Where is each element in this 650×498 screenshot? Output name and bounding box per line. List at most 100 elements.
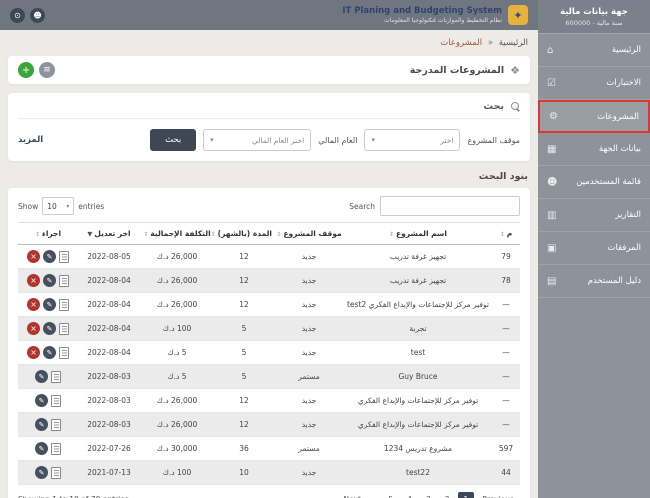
project-name: تجربة <box>344 316 492 341</box>
sort-icon: ↕ <box>389 231 395 238</box>
status-filter-label: موقف المشروع <box>467 135 520 145</box>
page-ellipsis: … <box>369 492 381 498</box>
project-status: جديد <box>274 388 344 413</box>
column-header-6[interactable]: اجراء↕ <box>18 222 78 245</box>
edit-icon[interactable]: ✎ <box>35 442 48 455</box>
file-icon[interactable] <box>51 442 61 455</box>
file-icon[interactable] <box>51 394 61 407</box>
project-duration: 10 <box>214 460 274 485</box>
delete-icon[interactable]: × <box>27 298 40 311</box>
sidebar-item-users-list[interactable]: قائمة المستخدمين ☻ <box>538 166 650 199</box>
edit-icon[interactable]: ✎ <box>43 250 56 263</box>
more-link[interactable]: المزيد <box>18 135 43 145</box>
column-header-0[interactable]: م↕ <box>492 222 520 245</box>
user-button[interactable]: ☻ <box>30 7 45 23</box>
sidebar-item-reports[interactable]: التقارير ▥ <box>538 199 650 232</box>
project-status: جديد <box>274 460 344 485</box>
column-header-1[interactable]: اسم المشروع↕ <box>344 222 492 245</box>
delete-icon[interactable]: × <box>27 322 40 335</box>
file-icon[interactable] <box>51 418 61 431</box>
page-button-2[interactable]: 2 <box>439 492 456 498</box>
column-header-2[interactable]: موقف المشروع↕ <box>274 222 344 245</box>
table-card: Search Show 10 entries <box>8 188 530 498</box>
project-status: مستمر <box>274 436 344 461</box>
results-title: بنود البحث <box>478 171 528 182</box>
edit-icon[interactable]: ✎ <box>35 418 48 431</box>
edit-icon[interactable]: ✎ <box>43 274 56 287</box>
project-duration: 5 <box>214 340 274 365</box>
file-icon[interactable] <box>51 370 61 383</box>
page-button-4[interactable]: 4 <box>401 492 418 498</box>
project-actions: ✎ <box>18 364 78 389</box>
table-row: — تجربة جديد 5 100 د.ك 2022-08-04 ✎× <box>18 316 520 341</box>
column-header-5[interactable]: اخر تعديل▼ <box>78 222 140 245</box>
search-button[interactable]: بحث <box>150 129 197 151</box>
project-duration: 12 <box>214 244 274 269</box>
project-modified: 2022-08-03 <box>78 388 140 413</box>
table-search: Search <box>349 196 520 216</box>
delete-icon[interactable]: × <box>27 346 40 359</box>
project-actions: ✎ <box>18 436 78 461</box>
page-button-5[interactable]: 5 <box>382 492 399 498</box>
sidebar-item-projects[interactable]: المشروعات ⚙ <box>538 100 650 133</box>
breadcrumb-home[interactable]: الرئيسية <box>499 38 528 48</box>
project-modified: 2022-08-03 <box>78 412 140 437</box>
sort-icon: ↕ <box>210 231 216 238</box>
file-icon[interactable] <box>59 274 69 287</box>
edit-icon[interactable]: ✎ <box>35 370 48 383</box>
page-size-value: 10 <box>47 201 57 211</box>
page-button-next[interactable]: Next <box>337 492 366 498</box>
edit-icon[interactable]: ✎ <box>35 394 48 407</box>
table-row: 78 تجهيز غرفة تدريب جديد 12 26,000 د.ك 2022-0… <box>18 268 520 293</box>
status-filter-select[interactable]: اختر <box>364 129 461 151</box>
year-filter-select[interactable]: اختر العام المالي <box>203 129 312 151</box>
file-icon[interactable] <box>51 466 61 479</box>
sidebar-item-label: الرئيسية <box>611 45 641 55</box>
project-cost: 100 د.ك <box>140 316 214 341</box>
power-button[interactable]: ⊙ <box>10 7 25 23</box>
sidebar-header: جهة بيانات مالية سنة مالية - 600000 <box>538 0 650 34</box>
file-icon[interactable] <box>59 298 69 311</box>
column-header-4[interactable]: التكلفة الإجمالية↕ <box>140 222 214 245</box>
edit-icon[interactable]: ✎ <box>43 346 56 359</box>
options-button[interactable]: ≡ <box>39 62 55 78</box>
table-footer: Previous12345…Next Showing 1 to 10 of 79… <box>18 492 520 498</box>
sidebar-item-home[interactable]: الرئيسية ⌂ <box>538 34 650 67</box>
file-icon[interactable] <box>59 250 69 263</box>
edit-icon[interactable]: ✎ <box>43 322 56 335</box>
table-row: — Guy Bruce مستمر 5 5 د.ك 2022-08-03 ✎ <box>18 364 520 389</box>
column-header-3[interactable]: المدة (بالشهر)↕ <box>210 222 274 245</box>
project-id: 78 <box>492 268 520 293</box>
table-search-input[interactable] <box>380 196 520 216</box>
search-icon <box>510 101 520 112</box>
page-button-1[interactable]: 1 <box>457 492 475 498</box>
project-duration: 5 <box>214 364 274 389</box>
file-icon[interactable] <box>59 346 69 359</box>
delete-icon[interactable]: × <box>27 250 40 263</box>
add-project-button[interactable]: + <box>18 62 34 78</box>
project-status: جديد <box>274 292 344 317</box>
page-size-select[interactable]: 10 <box>42 197 75 215</box>
project-modified: 2022-08-05 <box>78 244 140 269</box>
column-header-label: التكلفة الإجمالية <box>150 229 211 238</box>
project-cost: 100 د.ك <box>140 460 214 485</box>
sort-icon: ↕ <box>499 231 505 238</box>
edit-icon[interactable]: ✎ <box>35 466 48 479</box>
file-icon[interactable] <box>59 322 69 335</box>
projects-badge-icon: ❖ <box>510 63 520 77</box>
sidebar-item-entity-data[interactable]: بيانات الجهة ▦ <box>538 133 650 166</box>
page-button-previous[interactable]: Previous <box>476 492 520 498</box>
breadcrumb-separator: « <box>487 38 494 48</box>
delete-icon[interactable]: × <box>27 274 40 287</box>
sidebar-item-user-guide[interactable]: دليل المستخدم ▤ <box>538 265 650 298</box>
project-actions: ✎× <box>18 244 78 269</box>
plus-icon: + <box>21 64 31 76</box>
sidebar-item-attachments[interactable]: المرفقات ▣ <box>538 232 650 265</box>
year-filter-label: العام المالي <box>318 135 358 145</box>
edit-icon[interactable]: ✎ <box>43 298 56 311</box>
sort-icon: ↕ <box>276 231 282 238</box>
search-panel: بحث موقف المشروع اختر العام المالي اختر … <box>8 93 530 161</box>
app-title: IT Planing and Budgeting System <box>342 6 502 17</box>
sidebar-item-tests[interactable]: الاختبارات ☑ <box>538 67 650 100</box>
page-button-3[interactable]: 3 <box>420 492 437 498</box>
